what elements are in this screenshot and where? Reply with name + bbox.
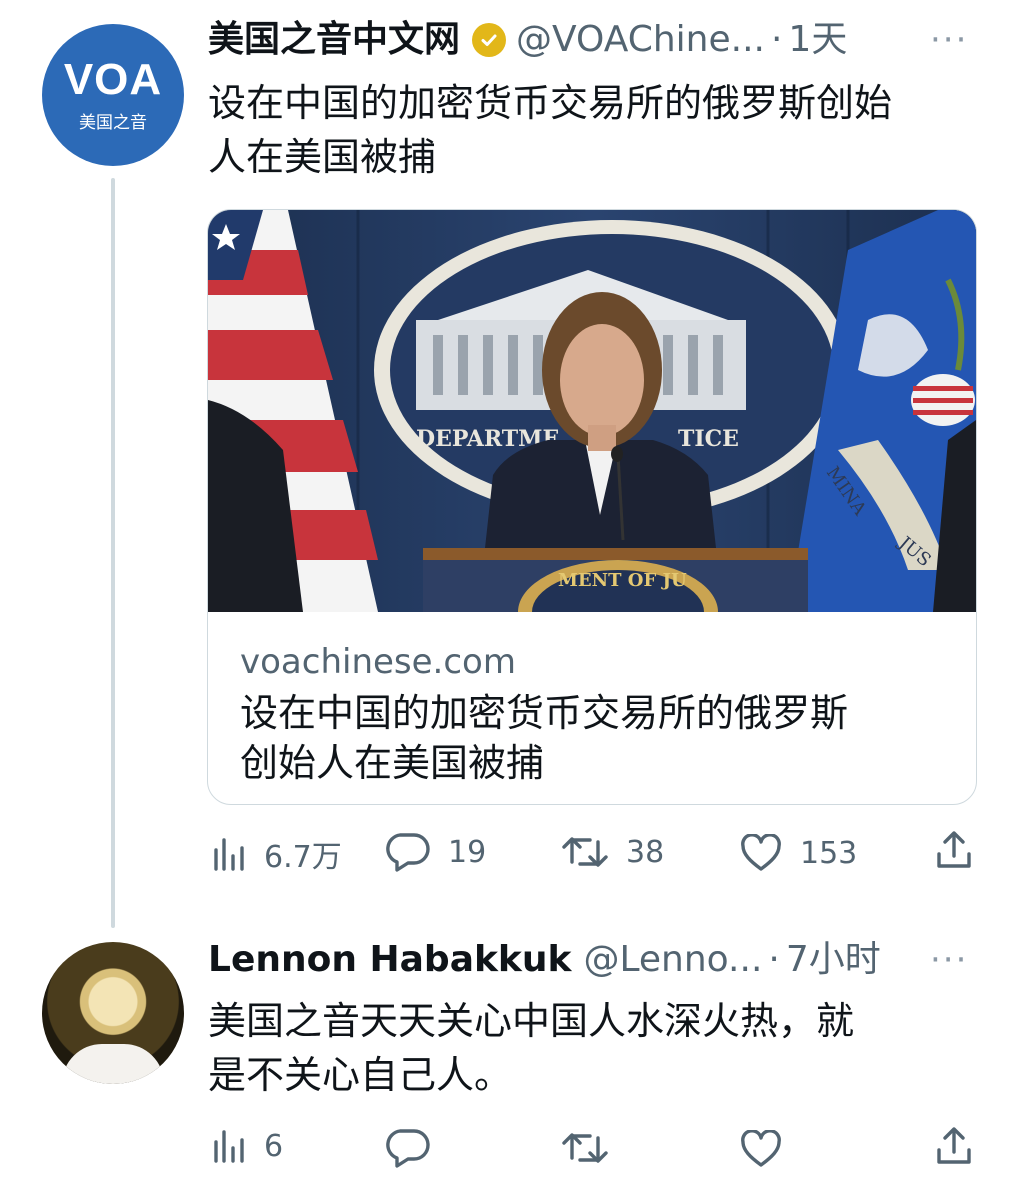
author-handle[interactable]: @Lenno... <box>583 938 762 982</box>
reply-icon <box>386 1129 430 1168</box>
reply-count: 19 <box>448 834 487 870</box>
tweet1-text-line: 人在美国被捕 <box>208 135 437 179</box>
author-name[interactable]: Lennon Habakkuk <box>208 938 571 982</box>
retweet-icon <box>562 837 608 867</box>
seal-text-right: TICE <box>678 426 739 452</box>
tweet2-header: Lennon Habakkuk @Lenno... · 7小时 <box>208 938 988 982</box>
tweet1-text-line: 设在中国的加密货币交易所的俄罗斯创始 <box>208 81 893 125</box>
share-button[interactable] <box>936 1126 972 1166</box>
card-title-line: 创始人在美国被捕 <box>240 741 545 785</box>
like-count: 153 <box>800 835 858 871</box>
tweet2-text-line: 美国之音天天关心中国人水深火热，就 <box>208 999 855 1043</box>
views-button[interactable]: 6 <box>212 1128 283 1164</box>
views-button[interactable]: 6.7万 <box>212 832 342 876</box>
retweet-button[interactable]: 38 <box>562 834 664 870</box>
card-title-line: 设在中国的加密货币交易所的俄罗斯 <box>240 691 849 735</box>
voa-avatar[interactable]: VOA 美国之音 <box>42 24 184 166</box>
views-count: 6.7万 <box>264 840 342 875</box>
share-button[interactable] <box>936 830 972 870</box>
link-preview-card[interactable]: DEPARTME TICE MINA JUS MENT OF JU voachi… <box>207 209 977 805</box>
like-button[interactable] <box>740 1130 782 1168</box>
more-icon[interactable]: ··· <box>930 940 968 980</box>
card-photo: DEPARTME TICE MINA JUS MENT OF JU <box>208 210 976 612</box>
views-icon <box>214 838 244 871</box>
card-domain: voachinese.com <box>240 642 516 682</box>
retweet-button[interactable] <box>562 1130 608 1166</box>
separator-dot: · <box>770 19 783 60</box>
like-icon <box>741 1130 781 1167</box>
more-icon[interactable]: ··· <box>930 20 968 60</box>
author-name[interactable]: 美国之音中文网 <box>208 18 460 62</box>
reply-button[interactable] <box>386 1128 430 1168</box>
thread-connector-line <box>111 178 115 928</box>
voa-logo-text: VOA <box>63 54 163 104</box>
tweet-timestamp[interactable]: 1天 <box>788 18 847 62</box>
views-icon <box>214 1130 244 1163</box>
author-handle[interactable]: @VOAChine... <box>516 18 765 62</box>
verified-badge-icon <box>472 23 507 57</box>
separator-dot: · <box>768 939 780 980</box>
like-icon <box>741 834 781 871</box>
tweet2-text: 美国之音天天关心中国人水深火热，就 是不关心自己人。 <box>208 994 988 1102</box>
tweet-timestamp[interactable]: 7小时 <box>786 938 881 982</box>
avatar-shirt <box>62 1044 164 1084</box>
tweet1-text: 设在中国的加密货币交易所的俄罗斯创始 人在美国被捕 <box>208 76 988 184</box>
share-icon <box>937 1127 971 1164</box>
podium-seal-text: MENT OF JU <box>558 570 687 591</box>
tweet1-header: 美国之音中文网 @VOAChine... · 1天 <box>208 18 988 62</box>
like-button[interactable]: 153 <box>740 834 857 872</box>
tweet2-text-line: 是不关心自己人。 <box>208 1053 513 1097</box>
views-count: 6 <box>264 1128 284 1164</box>
share-icon <box>937 831 971 868</box>
retweet-icon <box>562 1133 608 1163</box>
retweet-count: 38 <box>626 834 665 870</box>
reply-button[interactable]: 19 <box>386 832 486 872</box>
reply-icon <box>386 833 430 872</box>
user-avatar[interactable] <box>42 942 184 1084</box>
card-title: 设在中国的加密货币交易所的俄罗斯 创始人在美国被捕 <box>240 688 940 788</box>
voa-logo-subtext: 美国之音 <box>79 112 147 133</box>
